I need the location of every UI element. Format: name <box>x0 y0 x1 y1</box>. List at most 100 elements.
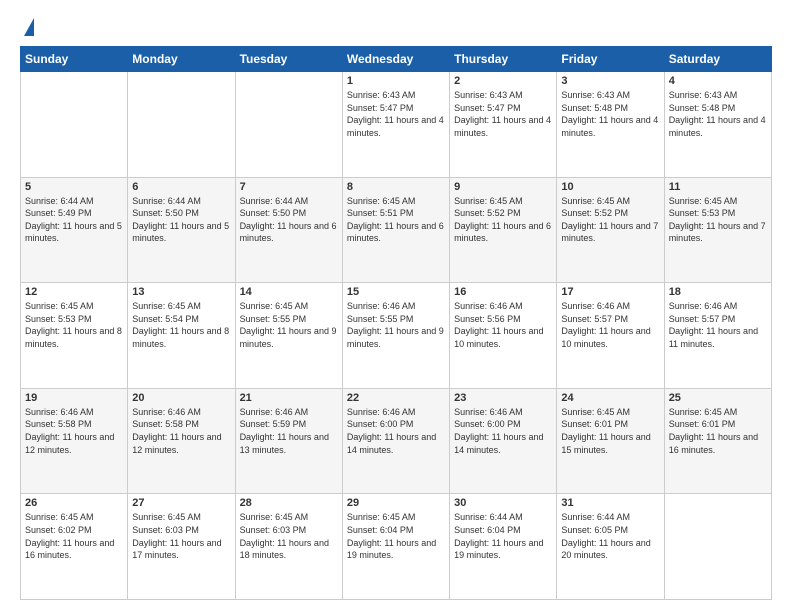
weekday-header-sunday: Sunday <box>21 47 128 72</box>
day-number: 30 <box>454 497 552 509</box>
day-number: 3 <box>561 75 659 87</box>
day-info: Sunrise: 6:43 AMSunset: 5:47 PMDaylight:… <box>347 89 445 139</box>
calendar-cell: 10 Sunrise: 6:45 AMSunset: 5:52 PMDayligh… <box>557 177 664 283</box>
day-info: Sunrise: 6:44 AMSunset: 6:05 PMDaylight:… <box>561 511 659 561</box>
day-info: Sunrise: 6:46 AMSunset: 5:57 PMDaylight:… <box>669 300 767 350</box>
day-info: Sunrise: 6:45 AMSunset: 6:01 PMDaylight:… <box>561 406 659 456</box>
calendar-week-row: 19 Sunrise: 6:46 AMSunset: 5:58 PMDayligh… <box>21 388 772 494</box>
day-number: 14 <box>240 286 338 298</box>
weekday-header-friday: Friday <box>557 47 664 72</box>
calendar-cell: 31 Sunrise: 6:44 AMSunset: 6:05 PMDayligh… <box>557 494 664 600</box>
day-info: Sunrise: 6:45 AMSunset: 6:03 PMDaylight:… <box>240 511 338 561</box>
calendar-cell <box>235 72 342 178</box>
calendar-week-row: 26 Sunrise: 6:45 AMSunset: 6:02 PMDayligh… <box>21 494 772 600</box>
calendar-cell: 6Sunrise: 6:44 AMSunset: 5:50 PMDaylight… <box>128 177 235 283</box>
day-info: Sunrise: 6:45 AMSunset: 5:52 PMDaylight:… <box>561 195 659 245</box>
calendar-cell: 11Sunrise: 6:45 AMSunset: 5:53 PMDayligh… <box>664 177 771 283</box>
day-number: 13 <box>132 286 230 298</box>
day-info: Sunrise: 6:45 AMSunset: 6:02 PMDaylight:… <box>25 511 123 561</box>
calendar-cell: 14Sunrise: 6:45 AMSunset: 5:55 PMDayligh… <box>235 283 342 389</box>
calendar-cell <box>664 494 771 600</box>
calendar-cell: 13Sunrise: 6:45 AMSunset: 5:54 PMDayligh… <box>128 283 235 389</box>
day-info: Sunrise: 6:45 AMSunset: 5:52 PMDaylight:… <box>454 195 552 245</box>
calendar-cell: 12Sunrise: 6:45 AMSunset: 5:53 PMDayligh… <box>21 283 128 389</box>
day-number: 8 <box>347 181 445 193</box>
day-number: 20 <box>132 392 230 404</box>
calendar-cell: 28 Sunrise: 6:45 AMSunset: 6:03 PMDayligh… <box>235 494 342 600</box>
calendar-week-row: 12Sunrise: 6:45 AMSunset: 5:53 PMDayligh… <box>21 283 772 389</box>
day-number: 5 <box>25 181 123 193</box>
weekday-header-saturday: Saturday <box>664 47 771 72</box>
calendar-cell: 15 Sunrise: 6:46 AMSunset: 5:55 PMDayligh… <box>342 283 449 389</box>
calendar-cell: 27 Sunrise: 6:45 AMSunset: 6:03 PMDayligh… <box>128 494 235 600</box>
day-number: 17 <box>561 286 659 298</box>
day-info: Sunrise: 6:43 AMSunset: 5:48 PMDaylight:… <box>669 89 767 139</box>
day-info: Sunrise: 6:46 AMSunset: 5:59 PMDaylight:… <box>240 406 338 456</box>
calendar-cell: 2Sunrise: 6:43 AMSunset: 5:47 PMDaylight… <box>450 72 557 178</box>
calendar-cell: 3 Sunrise: 6:43 AMSunset: 5:48 PMDaylight… <box>557 72 664 178</box>
calendar-week-row: 5 Sunrise: 6:44 AMSunset: 5:49 PMDaylight… <box>21 177 772 283</box>
calendar-cell: 1 Sunrise: 6:43 AMSunset: 5:47 PMDaylight… <box>342 72 449 178</box>
weekday-header-row: SundayMondayTuesdayWednesdayThursdayFrid… <box>21 47 772 72</box>
day-info: Sunrise: 6:46 AMSunset: 5:55 PMDaylight:… <box>347 300 445 350</box>
calendar-cell: 25 Sunrise: 6:45 AMSunset: 6:01 PMDayligh… <box>664 388 771 494</box>
day-number: 4 <box>669 75 767 87</box>
calendar-cell: 19 Sunrise: 6:46 AMSunset: 5:58 PMDayligh… <box>21 388 128 494</box>
logo-triangle-icon <box>24 18 34 36</box>
weekday-header-monday: Monday <box>128 47 235 72</box>
day-number: 28 <box>240 497 338 509</box>
calendar-cell: 26 Sunrise: 6:45 AMSunset: 6:02 PMDayligh… <box>21 494 128 600</box>
calendar-cell: 4 Sunrise: 6:43 AMSunset: 5:48 PMDaylight… <box>664 72 771 178</box>
day-info: Sunrise: 6:45 AMSunset: 6:03 PMDaylight:… <box>132 511 230 561</box>
calendar-cell: 7 Sunrise: 6:44 AMSunset: 5:50 PMDaylight… <box>235 177 342 283</box>
weekday-header-wednesday: Wednesday <box>342 47 449 72</box>
calendar-cell: 22 Sunrise: 6:46 AMSunset: 6:00 PMDayligh… <box>342 388 449 494</box>
calendar-cell: 5 Sunrise: 6:44 AMSunset: 5:49 PMDaylight… <box>21 177 128 283</box>
day-info: Sunrise: 6:46 AMSunset: 5:58 PMDaylight:… <box>132 406 230 456</box>
calendar-cell: 8 Sunrise: 6:45 AMSunset: 5:51 PMDaylight… <box>342 177 449 283</box>
day-info: Sunrise: 6:45 AMSunset: 5:51 PMDaylight:… <box>347 195 445 245</box>
day-info: Sunrise: 6:45 AMSunset: 6:01 PMDaylight:… <box>669 406 767 456</box>
day-info: Sunrise: 6:44 AMSunset: 5:50 PMDaylight:… <box>132 195 230 245</box>
day-number: 7 <box>240 181 338 193</box>
calendar-cell <box>128 72 235 178</box>
day-number: 11 <box>669 181 767 193</box>
page: SundayMondayTuesdayWednesdayThursdayFrid… <box>0 0 792 612</box>
day-number: 21 <box>240 392 338 404</box>
calendar-cell: 18 Sunrise: 6:46 AMSunset: 5:57 PMDayligh… <box>664 283 771 389</box>
calendar-cell <box>21 72 128 178</box>
day-number: 29 <box>347 497 445 509</box>
day-number: 24 <box>561 392 659 404</box>
day-number: 27 <box>132 497 230 509</box>
day-number: 26 <box>25 497 123 509</box>
calendar-cell: 17 Sunrise: 6:46 AMSunset: 5:57 PMDayligh… <box>557 283 664 389</box>
day-info: Sunrise: 6:45 AMSunset: 6:04 PMDaylight:… <box>347 511 445 561</box>
day-number: 9 <box>454 181 552 193</box>
day-number: 1 <box>347 75 445 87</box>
day-info: Sunrise: 6:46 AMSunset: 5:56 PMDaylight:… <box>454 300 552 350</box>
day-number: 18 <box>669 286 767 298</box>
calendar-cell: 29 Sunrise: 6:45 AMSunset: 6:04 PMDayligh… <box>342 494 449 600</box>
day-info: Sunrise: 6:46 AMSunset: 5:58 PMDaylight:… <box>25 406 123 456</box>
day-info: Sunrise: 6:43 AMSunset: 5:48 PMDaylight:… <box>561 89 659 139</box>
calendar-week-row: 1 Sunrise: 6:43 AMSunset: 5:47 PMDaylight… <box>21 72 772 178</box>
day-info: Sunrise: 6:45 AMSunset: 5:53 PMDaylight:… <box>25 300 123 350</box>
day-info: Sunrise: 6:44 AMSunset: 5:50 PMDaylight:… <box>240 195 338 245</box>
calendar-cell: 9 Sunrise: 6:45 AMSunset: 5:52 PMDaylight… <box>450 177 557 283</box>
day-info: Sunrise: 6:46 AMSunset: 5:57 PMDaylight:… <box>561 300 659 350</box>
day-number: 15 <box>347 286 445 298</box>
day-number: 10 <box>561 181 659 193</box>
day-info: Sunrise: 6:46 AMSunset: 6:00 PMDaylight:… <box>454 406 552 456</box>
day-number: 22 <box>347 392 445 404</box>
day-info: Sunrise: 6:44 AMSunset: 5:49 PMDaylight:… <box>25 195 123 245</box>
calendar: SundayMondayTuesdayWednesdayThursdayFrid… <box>20 46 772 600</box>
day-number: 31 <box>561 497 659 509</box>
day-info: Sunrise: 6:43 AMSunset: 5:47 PMDaylight:… <box>454 89 552 139</box>
day-info: Sunrise: 6:46 AMSunset: 6:00 PMDaylight:… <box>347 406 445 456</box>
day-info: Sunrise: 6:44 AMSunset: 6:04 PMDaylight:… <box>454 511 552 561</box>
calendar-cell: 16Sunrise: 6:46 AMSunset: 5:56 PMDayligh… <box>450 283 557 389</box>
weekday-header-tuesday: Tuesday <box>235 47 342 72</box>
day-number: 19 <box>25 392 123 404</box>
day-number: 25 <box>669 392 767 404</box>
calendar-cell: 21 Sunrise: 6:46 AMSunset: 5:59 PMDayligh… <box>235 388 342 494</box>
